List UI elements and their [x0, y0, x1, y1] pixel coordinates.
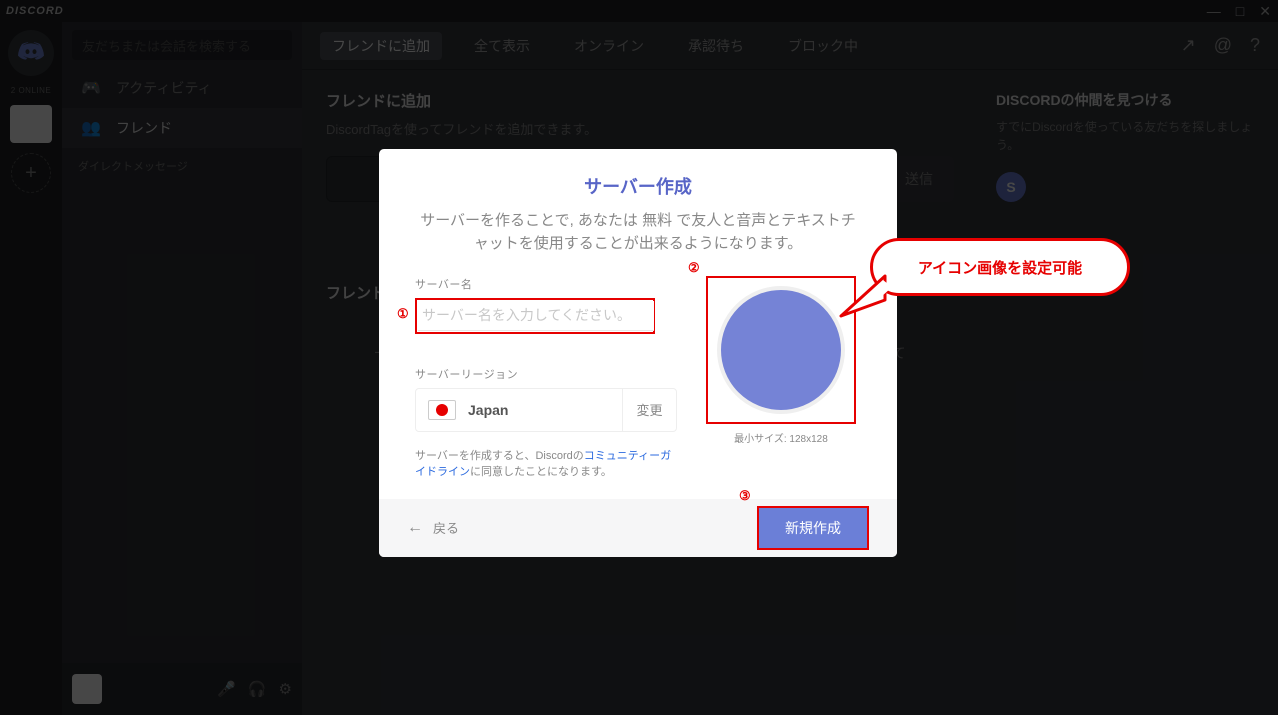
callout-tail-icon	[837, 268, 907, 338]
annotation-box-3: ③ 新規作成	[757, 506, 869, 550]
japan-flag-icon	[428, 400, 456, 420]
create-server-modal: サーバー作成 サーバーを作ることで, あなたは 無料 で友人と音声とテキストチャ…	[379, 149, 897, 557]
server-name-label: サーバー名	[415, 276, 677, 292]
server-icon-upload[interactable]	[717, 286, 845, 414]
annotation-marker-1: ①	[397, 306, 409, 322]
annotation-callout: アイコン画像を設定可能	[855, 238, 1130, 328]
callout-bubble: アイコン画像を設定可能	[870, 238, 1130, 296]
server-region-label: サーバーリージョン	[415, 366, 677, 382]
annotation-box-1: ①	[415, 298, 655, 334]
modal-title: サーバー作成	[415, 173, 861, 199]
community-guidelines-note: サーバーを作成すると、Discordのコミュニティーガイドラインに同意したことに…	[415, 448, 677, 481]
create-server-button[interactable]: 新規作成	[759, 508, 867, 548]
back-arrow-icon: ←	[407, 519, 423, 537]
modal-footer: ← 戻る ③ 新規作成	[379, 499, 897, 557]
annotation-marker-2: ②	[688, 260, 700, 276]
annotation-box-2: ②	[706, 276, 856, 424]
back-button[interactable]: ← 戻る	[407, 518, 459, 537]
annotation-marker-3: ③	[739, 488, 751, 504]
server-region-selector: Japan 変更	[415, 388, 677, 432]
icon-min-size-hint: 最小サイズ: 128x128	[701, 430, 861, 445]
server-name-input[interactable]	[418, 301, 654, 331]
modal-subtitle: サーバーを作ることで, あなたは 無料 で友人と音声とテキストチャットを使用する…	[415, 209, 861, 256]
change-region-button[interactable]: 変更	[622, 389, 676, 431]
region-value: Japan	[468, 402, 622, 418]
